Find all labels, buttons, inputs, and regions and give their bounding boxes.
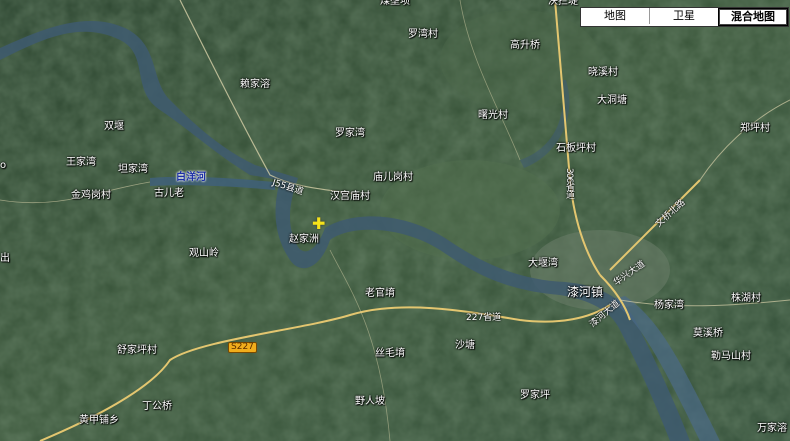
place-label: 曙光村 [478, 110, 508, 121]
place-label: 杨家湾 [654, 300, 684, 311]
location-marker-icon[interactable]: ✚ [312, 216, 325, 232]
place-label: 丁公桥 [142, 401, 172, 412]
place-label: 双堰 [104, 121, 124, 132]
place-label: 石板坪村 [556, 143, 596, 154]
place-label: 高升桥 [510, 40, 540, 51]
map-type-control: 地图 卫星 混合地图 [580, 7, 789, 27]
map-type-option-satellite[interactable]: 卫星 [649, 8, 718, 24]
map-type-option-map[interactable]: 地图 [581, 8, 649, 24]
place-label-edge: 出 [0, 253, 10, 264]
place-label: 王家湾 [66, 157, 96, 168]
place-label: 株湖村 [731, 293, 761, 304]
place-label: 金鸡岗村 [71, 190, 111, 201]
place-label: 泱拦堤 [548, 0, 578, 7]
place-label: 晓溪村 [588, 67, 618, 78]
place-label: 罗家坪 [520, 390, 550, 401]
place-label: 黄甲铺乡 [79, 415, 119, 426]
farmland-patch [440, 10, 600, 110]
place-label-town: 漆河镇 [567, 285, 604, 299]
map-type-option-hybrid[interactable]: 混合地图 [718, 8, 788, 26]
place-label: 莫溪桥 [693, 328, 723, 339]
place-label: 观山岭 [189, 248, 219, 259]
place-label: 万家溶 [757, 423, 787, 434]
road-shield-s227: S227 [228, 342, 257, 353]
place-label: 罗湾村 [408, 29, 438, 40]
place-label: 汉宫庙村 [330, 191, 370, 202]
place-label: 舒家坪村 [117, 345, 157, 356]
place-label: 勒马山村 [711, 351, 751, 362]
place-label: 大堰湾 [528, 258, 558, 269]
place-label: 大洞塘 [597, 95, 627, 106]
place-label: 赖家溶 [240, 79, 270, 90]
satellite-map[interactable] [0, 0, 790, 441]
place-label: 丝毛堉 [375, 348, 405, 359]
road-label: 306省道 [564, 168, 574, 199]
place-label: 老官堉 [365, 288, 395, 299]
place-label: 罗家湾 [335, 128, 365, 139]
road-label: 227省道 [466, 313, 502, 323]
place-label-edge: o [0, 160, 7, 171]
place-label: 煤垄坝 [380, 0, 410, 7]
place-label: 野人坡 [355, 396, 385, 407]
place-label: 沙塘 [455, 340, 475, 351]
place-label: 古儿老 [154, 188, 184, 199]
place-label: 庙儿岗村 [373, 172, 413, 183]
place-label: 坦家湾 [118, 164, 148, 175]
place-label: 赵家洲 [289, 234, 319, 245]
river-label: 白洋河 [176, 172, 206, 183]
place-label: 郑坪村 [740, 123, 770, 134]
